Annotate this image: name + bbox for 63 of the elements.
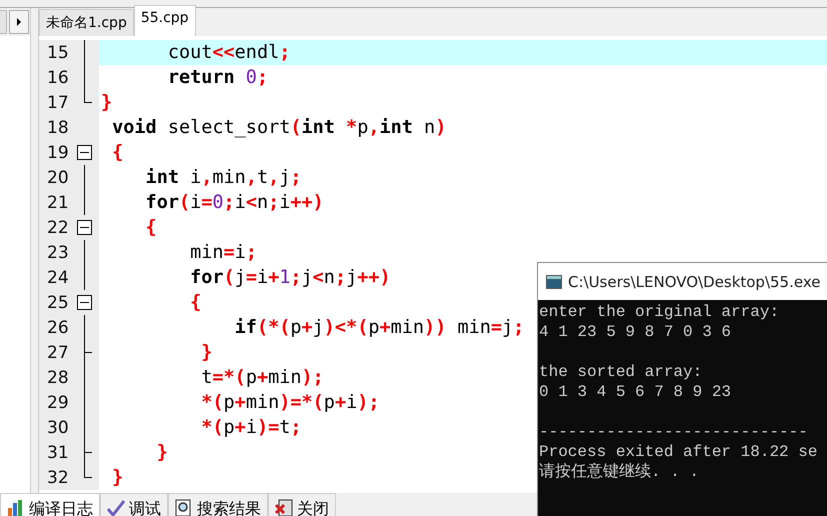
- line-number: 24: [47, 268, 70, 288]
- close-icon: [275, 499, 293, 516]
- line-number: 32: [47, 468, 70, 488]
- code-line: }: [200, 342, 212, 363]
- line-number: 22: [47, 218, 70, 238]
- line-number: 27: [47, 342, 70, 362]
- line-number: 26: [47, 318, 70, 338]
- console-output-line: 0 1 3 4 5 6 7 8 9 23: [538, 382, 732, 402]
- code-line: {: [144, 217, 157, 238]
- code-line: min=i;: [189, 242, 257, 263]
- console-icon: [546, 274, 562, 288]
- code-line: void select_sort(int *p,int n): [111, 117, 446, 138]
- panel-tab[interactable]: 关闭: [268, 493, 336, 516]
- line-number: 28: [47, 368, 70, 388]
- scroll-right-button[interactable]: [9, 10, 29, 34]
- line-number: 20: [47, 168, 70, 188]
- fold-toggle[interactable]: [77, 220, 92, 235]
- code-line: if(*(p+j)<*(p+min)) min=j;: [234, 317, 524, 338]
- console-output-line: Process exited after 18.22 se: [538, 442, 818, 462]
- console-output-line: the sorted array:: [538, 362, 704, 382]
- console-output-line: 请按任意键继续. . .: [538, 462, 700, 482]
- line-number: 30: [47, 418, 70, 438]
- panel-tab[interactable]: 调试: [100, 493, 168, 516]
- check-icon: [107, 499, 125, 516]
- console-output-line: enter the original array:: [538, 302, 780, 322]
- console-output-line: ----------------------------: [538, 422, 809, 442]
- arrow-right-icon: [16, 18, 22, 26]
- code-line: return 0;: [166, 67, 268, 88]
- fold-end-line: [84, 90, 92, 103]
- line-number: 21: [47, 192, 70, 212]
- code-line: int i,min,t,j;: [144, 167, 302, 188]
- code-line: }: [156, 442, 168, 463]
- line-number: 16: [47, 68, 70, 88]
- console-output-line: 4 1 23 5 9 8 7 0 3 6: [538, 322, 732, 342]
- panel-tab[interactable]: 编译日志: [0, 493, 100, 516]
- fold-line: [84, 315, 85, 340]
- line-number: 19: [47, 142, 70, 162]
- code-line: for(j=i+1;j<n;j++): [189, 267, 391, 288]
- window-title: C:\Users\LENOVO\Desktop\55.exe: [568, 272, 820, 290]
- code-line: {: [111, 142, 124, 163]
- fold-toggle[interactable]: [77, 145, 92, 160]
- bar-chart-icon: [7, 499, 25, 516]
- line-number: 25: [47, 292, 70, 312]
- code-line: cout<<endl;: [166, 42, 290, 63]
- code-line: }: [111, 467, 124, 488]
- code-line: {: [189, 292, 202, 313]
- code-line: *(p+min)=*(p+i);: [200, 392, 380, 413]
- file-tab[interactable]: 55.cpp: [134, 5, 196, 36]
- line-number: 17: [47, 92, 70, 112]
- fold-end-line: [84, 465, 92, 478]
- code-line: *(p+i)=t;: [200, 417, 302, 438]
- line-number: 29: [47, 392, 70, 412]
- panel-tab[interactable]: 搜索结果: [168, 493, 268, 516]
- code-line: }: [101, 92, 112, 113]
- code-line: t=*(p+min);: [200, 367, 324, 388]
- fold-toggle[interactable]: [77, 295, 92, 310]
- line-number: 31: [47, 442, 70, 462]
- search-icon: [175, 499, 193, 516]
- file-tab[interactable]: 未命名1.cpp: [39, 9, 134, 36]
- line-number: 23: [47, 242, 70, 262]
- code-line: for(i=0;i<n;i++): [144, 192, 324, 213]
- line-number: 15: [47, 42, 70, 62]
- line-number: 18: [47, 118, 70, 138]
